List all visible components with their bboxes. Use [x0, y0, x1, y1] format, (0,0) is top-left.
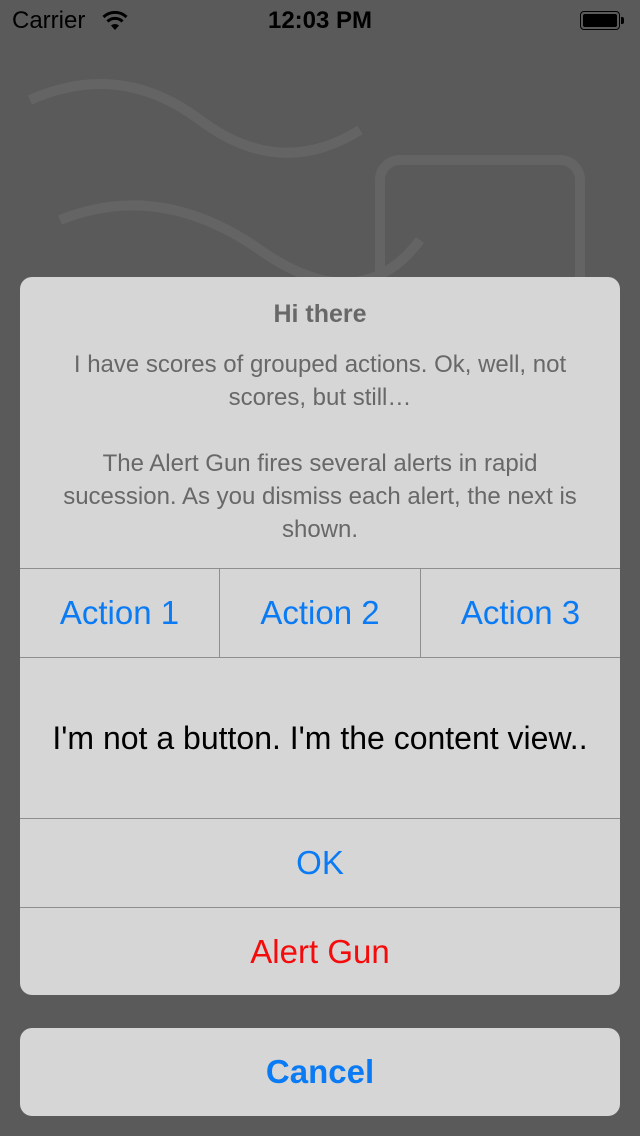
- action-2-button[interactable]: Action 2: [220, 569, 420, 657]
- alert-message-line: The Alert Gun fires several alerts in ra…: [63, 450, 577, 543]
- status-bar: Carrier 12:03 PM: [0, 0, 640, 40]
- alert-message-line: I have scores of grouped actions. Ok, we…: [73, 351, 567, 411]
- alert-sheet: Hi there I have scores of grouped action…: [20, 277, 620, 995]
- action-1-button[interactable]: Action 1: [20, 569, 219, 657]
- alert-title: Hi there: [273, 300, 367, 328]
- cancel-button[interactable]: Cancel: [20, 1028, 620, 1116]
- battery-icon: [580, 11, 624, 30]
- content-view-label: I'm not a button. I'm the content view..: [52, 720, 588, 756]
- action-3-button[interactable]: Action 3: [421, 569, 620, 657]
- alert-gun-button[interactable]: Alert Gun: [20, 908, 620, 995]
- alert-header: Hi there I have scores of grouped action…: [20, 277, 620, 568]
- alert-message: I have scores of grouped actions. Ok, we…: [50, 348, 590, 546]
- clock: 12:03 PM: [267, 7, 373, 34]
- ok-button[interactable]: OK: [20, 819, 620, 907]
